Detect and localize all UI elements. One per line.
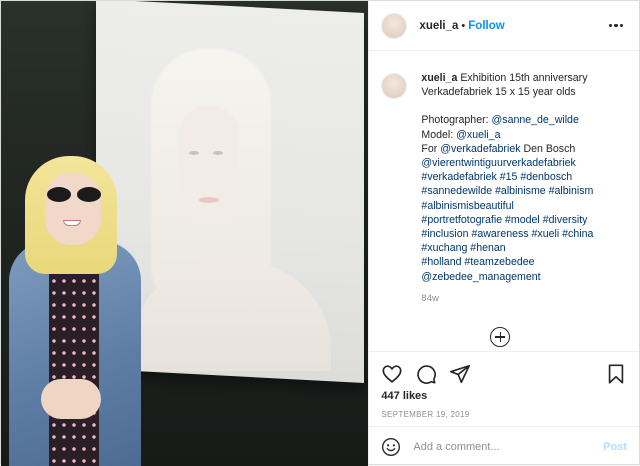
caption-avatar[interactable] (381, 73, 408, 99)
model-label: Model: (421, 128, 457, 141)
hashtag-line[interactable]: #inclusion #awareness #xueli #china (421, 227, 621, 241)
post-date: SEPTEMBER 19, 2019 (381, 410, 470, 419)
like-count[interactable]: 447 likes (381, 390, 627, 402)
comments-area: xueli_a Exhibition 15th anniversary Verk… (369, 51, 639, 351)
hashtag-line[interactable]: @vierentwintiguurverkadefabriek (421, 156, 621, 170)
caption-line: Exhibition 15th anniversary (460, 72, 588, 84)
comment-icon[interactable] (415, 363, 437, 385)
hashtag-line[interactable]: @zebedee_management (421, 270, 621, 284)
sunglasses (47, 187, 101, 203)
bookmark-icon[interactable] (605, 363, 627, 385)
portrait-eye (213, 151, 223, 155)
hashtag-line[interactable]: #albinismisbeautiful (421, 199, 621, 213)
avatar[interactable] (381, 12, 408, 39)
add-comment-bar: Post (369, 426, 639, 466)
hashtag-line[interactable]: #xuchang #henan (421, 241, 621, 255)
portrait-face (179, 106, 239, 226)
hashtag-line[interactable]: #verkadefabriek #15 #denbosch (421, 170, 621, 184)
photographer-link[interactable]: @sanne_de_wilde (492, 114, 579, 126)
post-side-panel: xueli_a • Follow xueli_a Exhibition 15th… (368, 1, 639, 466)
header-separator: • (461, 19, 466, 32)
post-actions: 447 likes SEPTEMBER 19, 2019 (369, 351, 639, 419)
portrait-lips (199, 197, 219, 203)
caption-body: xueli_a Exhibition 15th anniversary Verk… (421, 71, 621, 306)
hashtag-line[interactable]: #portretfotografie #model #diversity (421, 213, 621, 227)
for-label: For (421, 142, 441, 155)
more-options-icon[interactable] (605, 20, 628, 32)
header-username[interactable]: xueli_a (419, 20, 458, 32)
caption: xueli_a Exhibition 15th anniversary Verk… (381, 71, 627, 306)
comment-input[interactable] (413, 440, 604, 453)
for-suffix: Den Bosch (520, 142, 576, 155)
heart-icon[interactable] (381, 363, 403, 385)
share-icon[interactable] (449, 363, 471, 385)
post-header: xueli_a • Follow (369, 1, 639, 51)
caption-username[interactable]: xueli_a (421, 72, 457, 84)
instagram-post: xueli_a • Follow xueli_a Exhibition 15th… (0, 0, 640, 466)
for-link[interactable]: @verkadefabriek (440, 143, 520, 155)
patterned-dress (49, 263, 99, 466)
follow-button[interactable]: Follow (468, 20, 504, 32)
portrait-eye (189, 151, 199, 155)
caption-line: Verkadefabriek 15 x 15 year olds (421, 86, 576, 99)
photographer-label: Photographer: (421, 114, 492, 127)
load-more-comments-icon[interactable] (490, 327, 511, 347)
emoji-icon[interactable] (381, 437, 401, 457)
folded-arms (41, 379, 101, 419)
post-photo[interactable] (1, 1, 369, 466)
hashtag-line[interactable]: #sannedewilde #albinisme #albinism (421, 184, 621, 198)
hashtag-line[interactable]: #holland #teamzebedee (421, 255, 621, 269)
model-face (45, 173, 101, 245)
post-comment-button[interactable]: Post (603, 441, 627, 453)
post-age: 84w (421, 292, 439, 304)
model-link[interactable]: @xueli_a (456, 129, 500, 141)
